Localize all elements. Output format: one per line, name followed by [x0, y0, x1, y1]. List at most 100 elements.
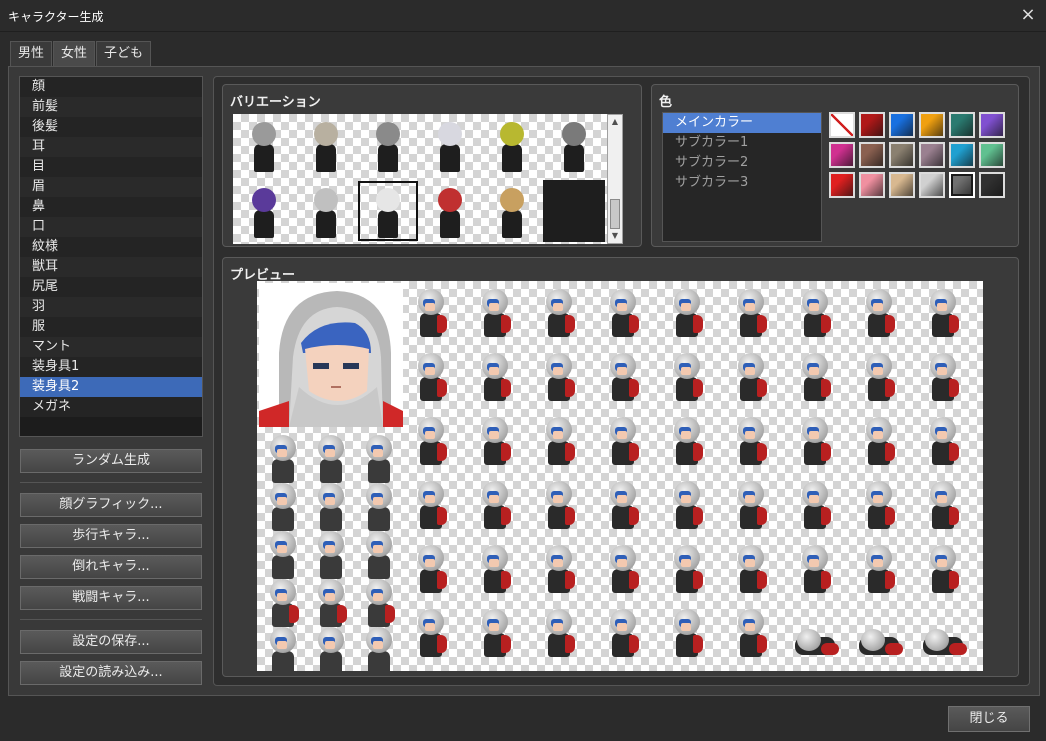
variation-item[interactable]	[357, 180, 419, 242]
color-swatch[interactable]	[979, 112, 1005, 138]
variation-item[interactable]	[295, 114, 357, 176]
tab-child[interactable]: 子ども	[96, 41, 152, 67]
color-swatch[interactable]	[889, 142, 915, 168]
close-icon[interactable]: ×	[1016, 4, 1040, 28]
part-item[interactable]: 眉	[20, 177, 202, 197]
character-sprite	[859, 413, 899, 469]
sprite-part	[565, 571, 575, 589]
parts-list[interactable]: 顔前髪 後髪耳目眉鼻口紋様 獣耳 尻尾羽服マント 装身具1 装身具2 メガネ	[19, 76, 203, 437]
character-sprite	[731, 541, 771, 597]
sprite-part	[617, 431, 627, 439]
color-swatch[interactable]	[949, 112, 975, 138]
load-settings-button[interactable]: 設定の読み込み...	[20, 661, 202, 685]
variation-item[interactable]	[419, 180, 481, 242]
variation-body	[378, 210, 398, 238]
variation-item[interactable]	[543, 180, 605, 242]
color-slot-sub1[interactable]: サブカラー1	[663, 133, 821, 153]
color-slot-sub3[interactable]: サブカラー3	[663, 173, 821, 193]
sprite-part	[885, 315, 895, 333]
character-sprite	[731, 285, 771, 341]
variation-body	[316, 210, 336, 238]
color-swatch[interactable]	[829, 172, 855, 198]
color-swatch[interactable]	[859, 112, 885, 138]
character-sprite	[923, 285, 963, 341]
sprite-part	[681, 431, 691, 439]
character-sprite	[539, 349, 579, 405]
sprite-part	[873, 559, 883, 567]
color-swatch[interactable]	[889, 112, 915, 138]
character-sprite	[667, 285, 707, 341]
variation-item[interactable]	[419, 114, 481, 176]
part-item[interactable]: 羽	[20, 297, 202, 317]
variation-item[interactable]	[233, 114, 295, 176]
sprite-part	[873, 431, 883, 439]
variation-head	[314, 122, 338, 146]
part-item[interactable]: 服	[20, 317, 202, 337]
scroll-thumb[interactable]	[610, 199, 620, 229]
character-sprite	[411, 285, 451, 341]
sprite-part	[373, 449, 383, 457]
color-swatch[interactable]	[889, 172, 915, 198]
part-item[interactable]: 目	[20, 157, 202, 177]
no-color-swatch[interactable]	[829, 112, 855, 138]
sprite-part	[821, 315, 831, 333]
part-item[interactable]: メガネ	[20, 397, 202, 417]
color-swatch[interactable]	[859, 142, 885, 168]
color-swatch[interactable]	[859, 172, 885, 198]
color-swatch[interactable]	[829, 142, 855, 168]
sprite-part	[501, 635, 511, 653]
walk-character-button[interactable]: 歩行キャラ...	[20, 524, 202, 548]
character-sprite	[475, 285, 515, 341]
color-swatch[interactable]	[919, 112, 945, 138]
color-swatch[interactable]	[979, 142, 1005, 168]
variation-scrollbar[interactable]: ▲ ▼	[607, 114, 623, 244]
close-button[interactable]: 閉じる	[948, 706, 1030, 732]
part-item[interactable]: 装身具2	[20, 377, 202, 397]
variation-head	[314, 188, 338, 212]
sprite-part	[885, 379, 895, 397]
battle-character-button[interactable]: 戦闘キャラ...	[20, 586, 202, 610]
sprite-part	[629, 443, 639, 461]
part-item[interactable]: 顔	[20, 77, 202, 97]
part-item[interactable]: 後髪	[20, 117, 202, 137]
scroll-up-icon[interactable]: ▲	[608, 115, 622, 129]
part-item[interactable]: 前髪	[20, 97, 202, 117]
part-item[interactable]: 尻尾	[20, 277, 202, 297]
random-generate-button[interactable]: ランダム生成	[20, 449, 202, 473]
variation-item[interactable]	[543, 114, 605, 176]
part-item[interactable]: 鼻	[20, 197, 202, 217]
sprite-part	[681, 367, 691, 375]
part-item[interactable]: 獣耳	[20, 257, 202, 277]
variation-item[interactable]	[295, 180, 357, 242]
sprite-part	[821, 379, 831, 397]
variation-item[interactable]	[481, 114, 543, 176]
tab-male[interactable]: 男性	[10, 41, 53, 67]
color-swatch[interactable]	[979, 172, 1005, 198]
sprite-part	[937, 367, 947, 375]
color-swatch[interactable]	[919, 172, 945, 198]
variation-head	[562, 122, 586, 146]
character-sprite	[539, 413, 579, 469]
part-item[interactable]: 口	[20, 217, 202, 237]
variation-grid[interactable]	[233, 114, 617, 244]
part-item[interactable]: 装身具1	[20, 357, 202, 377]
face-graphic-button[interactable]: 顔グラフィック...	[20, 493, 202, 517]
sprite-part	[325, 497, 335, 505]
color-swatch[interactable]	[949, 142, 975, 168]
color-slot-list[interactable]: メインカラー サブカラー1 サブカラー2 サブカラー3	[662, 112, 822, 242]
tab-female[interactable]: 女性	[53, 41, 96, 68]
save-settings-button[interactable]: 設定の保存...	[20, 630, 202, 654]
color-swatch[interactable]	[949, 172, 975, 198]
color-slot-main[interactable]: メインカラー	[663, 113, 821, 133]
fallen-character-button[interactable]: 倒れキャラ...	[20, 555, 202, 579]
sprite-part	[373, 545, 383, 553]
variation-item[interactable]	[357, 114, 419, 176]
variation-item[interactable]	[481, 180, 543, 242]
scroll-down-icon[interactable]: ▼	[608, 229, 622, 243]
color-swatch[interactable]	[919, 142, 945, 168]
color-slot-sub2[interactable]: サブカラー2	[663, 153, 821, 173]
part-item[interactable]: マント	[20, 337, 202, 357]
part-item[interactable]: 耳	[20, 137, 202, 157]
part-item[interactable]: 紋様	[20, 237, 202, 257]
variation-item[interactable]	[233, 180, 295, 242]
